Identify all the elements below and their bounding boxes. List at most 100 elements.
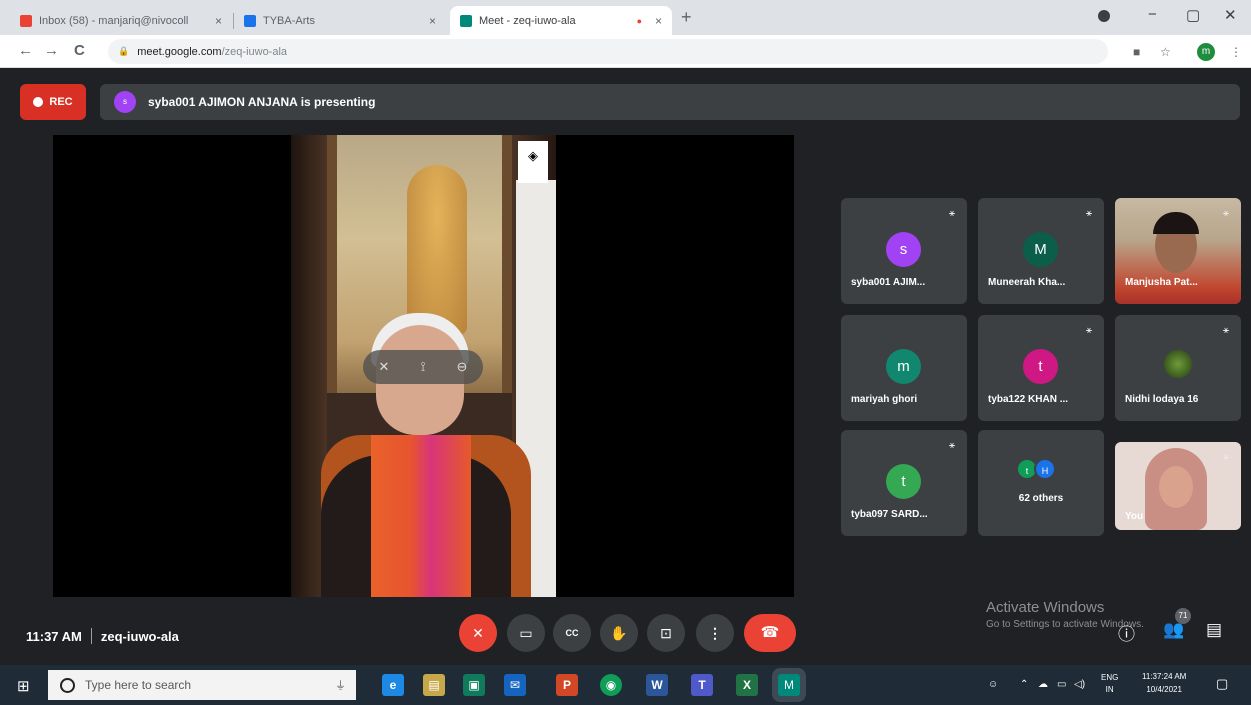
participant-avatar: t	[1023, 349, 1058, 384]
clock-date: 10/4/2021	[1146, 685, 1182, 694]
participant-count-badge: 71	[1175, 608, 1191, 624]
show-hidden-icons[interactable]: ⌃	[1020, 679, 1028, 690]
participant-name: Manjusha Pat...	[1125, 277, 1198, 288]
mute-icon[interactable]: ✕	[379, 359, 390, 375]
chat-icon[interactable]: ▤	[1206, 620, 1222, 640]
mic-off-icon: ⚹	[1223, 208, 1229, 219]
rec-label: REC	[49, 96, 73, 108]
file-explorer-icon[interactable]: ▤	[423, 674, 445, 696]
meet-taskbar-icon[interactable]: M	[778, 674, 800, 696]
meet-window: REC s syba001 AJIMON ANJANA is presentin…	[0, 68, 1251, 665]
back-button[interactable]: ←	[18, 42, 33, 59]
presenter-banner: s syba001 AJIMON ANJANA is presenting	[100, 84, 1240, 120]
others-count: 62 others	[1018, 493, 1064, 504]
taskbar-search[interactable]: Type here to search ⏚	[48, 670, 356, 700]
presenter-avatar: s	[114, 91, 136, 113]
tile-overlay-controls: ✕ ⟟ ⊖	[363, 350, 483, 384]
captions-button[interactable]: CC	[553, 614, 591, 652]
new-tab-button[interactable]: +	[681, 7, 692, 28]
microphone-icon[interactable]: ⏚	[335, 677, 346, 693]
tab-tyba-arts[interactable]: TYBA-Arts ×	[234, 6, 446, 35]
remove-icon[interactable]: ⊖	[457, 359, 468, 375]
search-placeholder: Type here to search	[85, 678, 192, 692]
address-bar[interactable]: 🔒 meet.google.com /zeq-iuwo-ala	[108, 39, 1108, 64]
mic-off-icon: ⚹	[1086, 208, 1092, 219]
teams-icon[interactable]: T	[691, 674, 713, 696]
info-icon[interactable]: ⓘ	[1118, 620, 1135, 645]
volume-icon[interactable]: ◁)	[1074, 679, 1085, 690]
region-code: IN	[1105, 685, 1114, 694]
end-call-button[interactable]: ☎	[744, 614, 796, 652]
excel-icon[interactable]: X	[736, 674, 758, 696]
participant-tile[interactable]: ⚹ s syba001 AJIM...	[841, 198, 967, 304]
powerpoint-icon[interactable]: P	[556, 674, 578, 696]
people-tray-icon[interactable]: ☺	[988, 679, 998, 690]
language-code: ENG	[1101, 673, 1119, 682]
raise-hand-button[interactable]: ✋	[600, 614, 638, 652]
mic-off-icon: ⚹	[1223, 325, 1229, 336]
language-indicator[interactable]: ENG IN	[1101, 672, 1118, 696]
browser-tab-strip: Inbox (58) - manjariq@nivocoll × TYBA-Ar…	[0, 0, 1251, 35]
profile-avatar[interactable]: m	[1197, 43, 1215, 61]
store-icon[interactable]: ▣	[463, 674, 485, 696]
pin-overlay-icon[interactable]: ⟟	[421, 359, 426, 375]
more-options-button[interactable]: ⋮	[696, 614, 734, 652]
record-dot-icon	[33, 97, 44, 107]
camera-permission-icon[interactable]: ■	[1133, 45, 1140, 59]
pin-icon[interactable]: ◈	[518, 141, 548, 183]
edge-icon[interactable]: e	[382, 674, 404, 696]
participant-tile[interactable]: ⚹ M Muneerah Kha...	[978, 198, 1104, 304]
participant-name: Nidhi lodaya 16	[1125, 394, 1199, 405]
participant-tile[interactable]: ⚹ t tyba097 SARD...	[841, 430, 967, 536]
buddha-figure	[407, 165, 467, 335]
participant-name: mariyah ghori	[851, 394, 918, 405]
menu-kebab-icon[interactable]: ⋮	[1230, 45, 1242, 59]
reload-button[interactable]: C	[74, 42, 85, 59]
meeting-code: zeq-iuwo-ala	[100, 628, 179, 644]
tab-meet[interactable]: Meet - zeq-iuwo-ala ● ×	[450, 6, 672, 35]
divider	[90, 628, 92, 644]
word-icon[interactable]: W	[646, 674, 668, 696]
present-screen-button[interactable]: ⊡	[647, 614, 685, 652]
mic-off-icon: ⚹	[949, 208, 955, 219]
presented-video: ◈ ✕ ⟟ ⊖	[291, 135, 556, 597]
plant-avatar-icon	[1163, 349, 1193, 379]
battery-icon[interactable]: ▭	[1057, 679, 1066, 690]
mic-toggle-button[interactable]: ✕	[459, 614, 497, 652]
taskbar-clock[interactable]: 11:37:24 AM 10/4/2021	[1142, 670, 1186, 696]
participant-tile[interactable]: ⚹ Manjusha Pat...	[1115, 198, 1241, 304]
notifications-icon[interactable]: ▢	[1216, 676, 1228, 692]
camera-toggle-button[interactable]: ▭	[507, 614, 545, 652]
close-window-button[interactable]: ✕	[1224, 6, 1237, 24]
participant-name: syba001 AJIM...	[851, 277, 926, 288]
others-tile[interactable]: t H 62 others	[978, 430, 1104, 536]
windows-start-icon[interactable]: ⊞	[17, 677, 30, 695]
mic-off-icon: ⚹	[949, 440, 955, 451]
participant-name: Muneerah Kha...	[988, 277, 1066, 288]
minimize-button[interactable]: −	[1148, 6, 1157, 23]
mail-icon[interactable]: ✉	[504, 674, 526, 696]
network-icon[interactable]: ☁	[1038, 679, 1048, 690]
presentation-stage: ◈ ✕ ⟟ ⊖	[53, 135, 794, 597]
close-tab-icon[interactable]: ×	[429, 14, 436, 28]
bookmark-star-icon[interactable]: ☆	[1160, 45, 1171, 59]
participant-name: tyba097 SARD...	[851, 509, 928, 520]
meeting-details[interactable]: 11:37 AM zeq-iuwo-ala	[26, 628, 179, 644]
close-tab-icon[interactable]: ×	[215, 14, 222, 28]
participant-name: tyba122 KHAN ...	[988, 394, 1069, 405]
participant-tile[interactable]: ⚹ Nidhi lodaya 16	[1115, 315, 1241, 421]
mic-off-icon: ⚹	[1223, 452, 1229, 463]
others-avatar: H	[1034, 458, 1056, 480]
others-avatars: t H	[1016, 458, 1056, 480]
recording-badge[interactable]: REC	[20, 84, 86, 120]
close-tab-icon[interactable]: ×	[655, 14, 662, 28]
lock-icon[interactable]: 🔒	[118, 46, 129, 57]
chrome-icon[interactable]: ◉	[600, 674, 622, 696]
participant-tile[interactable]: m mariyah ghori	[841, 315, 967, 421]
maximize-button[interactable]: ▢	[1186, 6, 1200, 24]
tab-gmail[interactable]: Inbox (58) - manjariq@nivocoll ×	[10, 6, 232, 35]
participant-tile[interactable]: ⚹ t tyba122 KHAN ...	[978, 315, 1104, 421]
tab-search-icon[interactable]	[1098, 10, 1110, 22]
forward-button[interactable]: →	[44, 42, 59, 59]
self-tile[interactable]: ⚹ You	[1115, 442, 1241, 530]
